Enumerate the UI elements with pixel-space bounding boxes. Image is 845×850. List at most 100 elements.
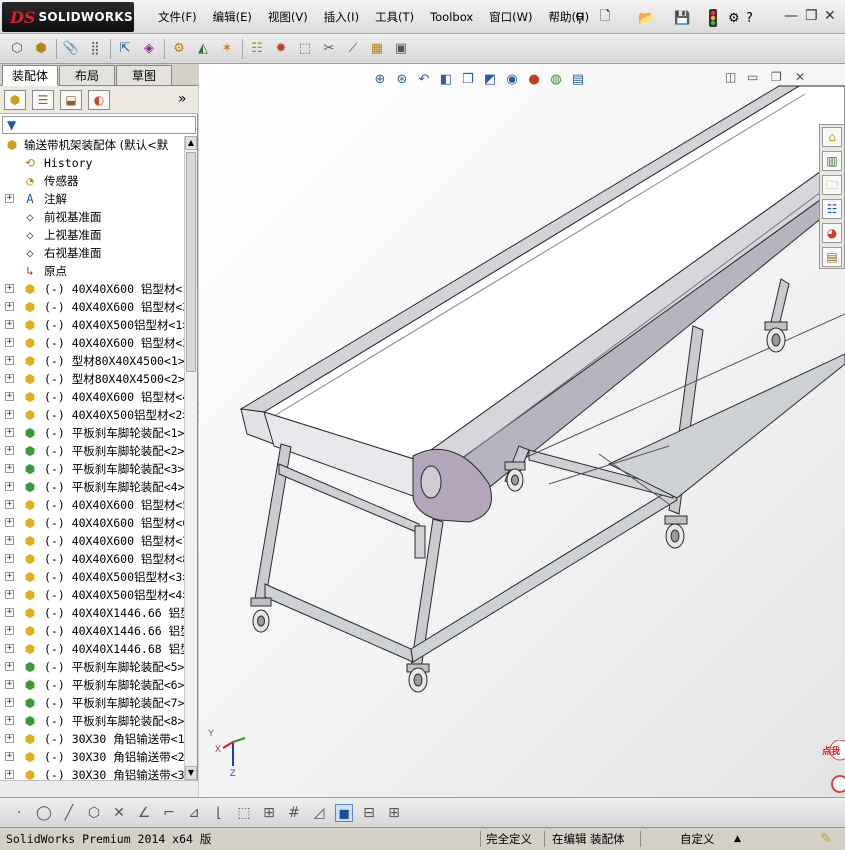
corner-icon[interactable]: ⌊ [210, 804, 228, 822]
property-manager-icon[interactable]: ☰ [32, 90, 54, 110]
tree-item[interactable]: + ⬢ (-) 30X30 角铝输送带<2> [0, 748, 184, 766]
tree-item[interactable]: ◇ 前视基准面 [0, 208, 184, 226]
menu-insert[interactable]: 插入(I) [316, 0, 367, 34]
tree-item[interactable]: + A 注解 [0, 190, 184, 208]
tree-item[interactable]: + ⬢ (-) 40X40X600 铝型材<1> [0, 280, 184, 298]
measure-icon[interactable]: ⟋ [344, 40, 362, 58]
options-icon[interactable]: ⚙ [728, 8, 740, 28]
expand-icon[interactable]: + [5, 662, 14, 671]
close-icon[interactable]: ✕ [824, 8, 836, 24]
sketch-plane-icon[interactable]: ◿ [310, 804, 328, 822]
trim-icon[interactable]: ✕ [110, 804, 128, 822]
feature-manager-icon[interactable]: ⬢ [4, 90, 26, 110]
grid-icon[interactable]: # [285, 804, 303, 822]
tree-item[interactable]: + ⬢ (-) 40X40X500铝型材<1> [0, 316, 184, 334]
appearances-icon[interactable]: ◕ [822, 223, 842, 243]
menu-file[interactable]: 文件(F) [150, 0, 205, 34]
configuration-manager-icon[interactable]: ⬓ [60, 90, 82, 110]
design-library-icon[interactable]: ▥ [822, 151, 842, 171]
expand-icon[interactable]: + [5, 428, 14, 437]
rectangle-icon[interactable]: ⬚ [235, 804, 253, 822]
new-motion-study-icon[interactable]: ✶ [218, 40, 236, 58]
reference-geometry-icon[interactable]: ◭ [194, 40, 212, 58]
graphics-viewport[interactable]: ⊕ ⊛ ↶ ◧ ❒ ◩ ◉ ● ◍ ▤ ◫ ▭ ❐ ✕ ⌂ ▥ 🗀 ☷ ◕ ▤ … [199, 64, 845, 797]
expand-icon[interactable]: + [5, 392, 14, 401]
expand-icon[interactable]: + [5, 194, 14, 203]
expand-icon[interactable]: + [5, 644, 14, 653]
expand-icon[interactable]: + [5, 302, 14, 311]
point-icon[interactable]: · [10, 804, 28, 822]
tree-item[interactable]: ⟲ History [0, 154, 184, 172]
menu-view[interactable]: 视图(V) [260, 0, 316, 34]
expand-icon[interactable]: + [5, 482, 14, 491]
expand-icon[interactable]: + [5, 356, 14, 365]
tree-item[interactable]: + ⬢ (-) 40X40X600 铝型材<8> [0, 550, 184, 568]
tree-item[interactable]: + ⬢ (-) 40X40X600 铝型材<7> [0, 532, 184, 550]
grid-snap-icon[interactable]: ⊞ [260, 804, 278, 822]
open-file-icon[interactable]: 📂 [638, 8, 654, 28]
tree-item[interactable]: ◇ 右视基准面 [0, 244, 184, 262]
custom-properties-icon[interactable]: ▤ [822, 247, 842, 267]
tree-item[interactable]: ◇ 上视基准面 [0, 226, 184, 244]
smart-dimension-icon[interactable]: ⌐ [160, 804, 178, 822]
expand-icon[interactable]: + [5, 716, 14, 725]
tree-item[interactable]: + ⬢ (-) 平板刹车脚轮装配<1> [0, 424, 184, 442]
tree-vertical-scrollbar[interactable]: ▲ ▼ [184, 136, 197, 780]
expand-icon[interactable]: + [5, 590, 14, 599]
solidworks-logo[interactable]: DS SOLIDWORKS [2, 2, 134, 32]
menu-toolbox[interactable]: Toolbox [422, 0, 481, 34]
expand-icon[interactable]: + [5, 536, 14, 545]
display-pane-icon[interactable]: ▣ [392, 40, 410, 58]
restore-icon[interactable]: ❐ [805, 8, 818, 24]
expand-icon[interactable]: + [5, 770, 14, 779]
rebuild-status-icon[interactable]: ✎ [820, 830, 832, 848]
tree-item[interactable]: + ⬢ (-) 40X40X500铝型材<3> [0, 568, 184, 586]
mate-icon[interactable]: 📎 [62, 40, 80, 58]
tree-item[interactable]: + ⬢ (-) 30X30 角铝输送带<3> [0, 766, 184, 780]
polygon-icon[interactable]: ⬡ [85, 804, 103, 822]
tree-item[interactable]: + ⬢ (-) 40X40X1446.66 铝型材 [0, 604, 184, 622]
circle-icon[interactable]: ◯ [35, 804, 53, 822]
tree-item[interactable]: + ⬢ (-) 40X40X600 铝型材<2> [0, 298, 184, 316]
bill-of-materials-icon[interactable]: ☷ [248, 40, 266, 58]
expand-icon[interactable]: + [5, 284, 14, 293]
tree-item[interactable]: + ⬢ (-) 40X40X1446.66 铝型材 [0, 622, 184, 640]
expand-icon[interactable]: + [5, 608, 14, 617]
exploded-view-icon[interactable]: ✹ [272, 40, 290, 58]
menu-window[interactable]: 窗口(W) [481, 0, 540, 34]
panel-expand-icon[interactable]: » [178, 91, 187, 107]
expand-icon[interactable]: + [5, 320, 14, 329]
tree-item[interactable]: + ⬢ (-) 平板刹车脚轮装配<5> [0, 658, 184, 676]
rebuild-icon[interactable] [708, 8, 718, 28]
line-icon[interactable]: ╱ [60, 804, 78, 822]
scroll-down-icon[interactable]: ▼ [185, 766, 197, 780]
tab-layout[interactable]: 布局 [59, 65, 115, 86]
expand-icon[interactable]: + [5, 680, 14, 689]
tree-item[interactable]: + ⬢ (-) 40X40X1446.68 铝型材 [0, 640, 184, 658]
relation-icon[interactable]: ⊿ [185, 804, 203, 822]
tree-item[interactable]: + ⬢ (-) 型材80X40X4500<1> ( [0, 352, 184, 370]
expand-icon[interactable]: + [5, 698, 14, 707]
display-manager-icon[interactable]: ◐ [88, 90, 110, 110]
expand-icon[interactable]: + [5, 338, 14, 347]
tab-sketch[interactable]: 草图 [116, 65, 172, 86]
tree-item[interactable]: + ⬢ (-) 30X30 角铝输送带<1> [0, 730, 184, 748]
assembly-features-icon[interactable]: ⚙ [170, 40, 188, 58]
component-pattern-icon[interactable]: ⣿ [86, 40, 104, 58]
tree-item[interactable]: + ⬢ (-) 平板刹车脚轮装配<7> [0, 694, 184, 712]
save-icon[interactable]: 💾 [674, 8, 690, 28]
tree-item[interactable]: + ⬢ (-) 40X40X600 铝型材<3> [0, 334, 184, 352]
tree-item[interactable]: + ⬢ (-) 40X40X600 铝型材<4> [0, 388, 184, 406]
tree-item[interactable]: + ⬢ (-) 40X40X600 铝型材<5> [0, 496, 184, 514]
expand-icon[interactable]: + [5, 554, 14, 563]
help-icon[interactable]: ? [746, 8, 753, 28]
menu-edit[interactable]: 编辑(E) [205, 0, 260, 34]
tree-item[interactable]: + ⬢ (-) 平板刹车脚轮装配<8> [0, 712, 184, 730]
new-document-icon[interactable]: 🗋 [600, 8, 610, 28]
insert-component-icon[interactable]: ⬢ [32, 40, 50, 58]
section-view-icon[interactable]: ▦ [368, 40, 386, 58]
tree-root[interactable]: ⬢ 输送带机架装配体 (默认<默 [0, 136, 184, 154]
status-units[interactable]: 自定义 [680, 830, 715, 848]
move-component-icon[interactable]: ⇱ [116, 40, 134, 58]
expand-icon[interactable]: + [5, 572, 14, 581]
